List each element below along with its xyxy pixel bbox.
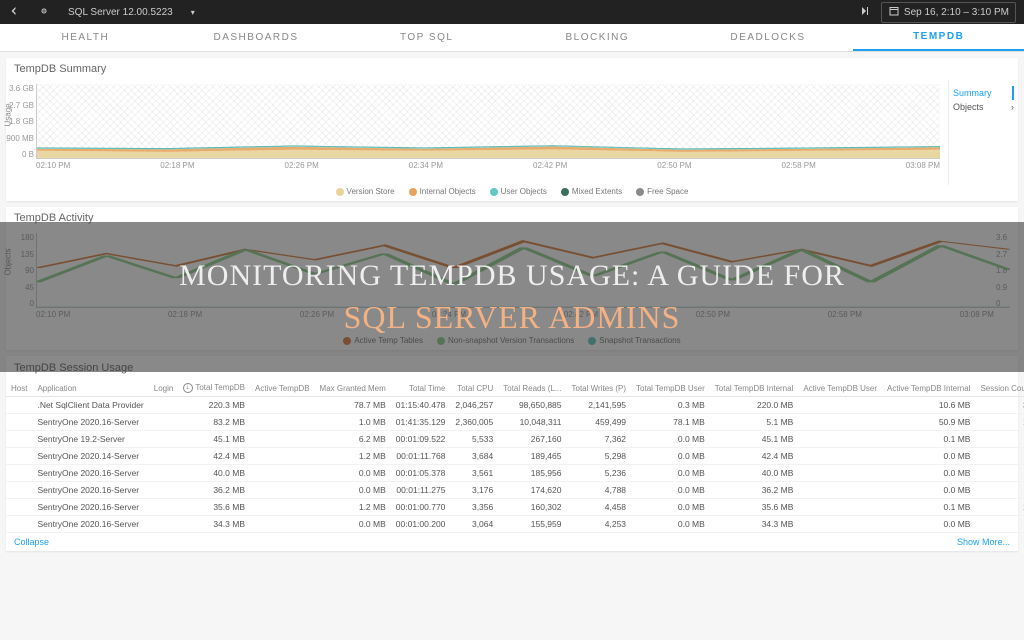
- table-row[interactable]: SentryOne 2020.16-Server35.6 MB1.2 MB00:…: [6, 499, 1024, 516]
- col-header[interactable]: Host: [6, 380, 32, 397]
- table-row[interactable]: SentryOne 19.2-Server45.1 MB6.2 MB00:01:…: [6, 431, 1024, 448]
- table-row[interactable]: SentryOne 2020.16-Server40.0 MB0.0 MB00:…: [6, 465, 1024, 482]
- collapse-link[interactable]: Collapse: [14, 537, 49, 547]
- col-header[interactable]: Session Count: [975, 380, 1024, 397]
- chevron-right-icon: ›: [1011, 102, 1014, 112]
- col-header[interactable]: Active TempDB: [250, 380, 315, 397]
- summary-side-tabs: SummaryObjects›: [948, 80, 1018, 185]
- tab-dashboards[interactable]: DASHBOARDS: [171, 24, 342, 51]
- summary-chart-container: Usage 3.6 GB2.7 GB1.8 GB900 MB0 B 02:10 …: [6, 80, 1018, 185]
- show-more-link[interactable]: Show More...: [957, 537, 1010, 547]
- legend-item: User Objects: [490, 187, 547, 196]
- table-row[interactable]: SentryOne 2020.16-Server36.2 MB0.0 MB00:…: [6, 482, 1024, 499]
- session-table: HostApplicationLoginTotal TempDBActive T…: [6, 380, 1024, 533]
- overlay-line1: MONITORING TEMPDB USAGE: A GUIDE FOR: [179, 259, 845, 293]
- tab-health[interactable]: HEALTH: [0, 24, 171, 51]
- skip-icon[interactable]: [859, 5, 871, 20]
- col-header[interactable]: Active TempDB Internal: [882, 380, 975, 397]
- legend-item: Mixed Extents: [561, 187, 622, 196]
- tab-deadlocks[interactable]: DEADLOCKS: [683, 24, 854, 51]
- tempdb-summary-panel: TempDB Summary Usage 3.6 GB2.7 GB1.8 GB9…: [6, 58, 1018, 201]
- overlay-line2: SQL SERVER ADMINS: [344, 299, 681, 336]
- col-header[interactable]: Login: [149, 380, 179, 397]
- col-header[interactable]: Total TempDB: [178, 380, 250, 397]
- side-item-summary[interactable]: Summary: [953, 86, 1014, 100]
- server-label[interactable]: SQL Server 12.00.5223: [68, 7, 173, 18]
- side-item-objects[interactable]: Objects›: [953, 100, 1014, 114]
- back-icon[interactable]: [8, 5, 20, 20]
- table-row[interactable]: SentryOne 2020.14-Server42.4 MB1.2 MB00:…: [6, 448, 1024, 465]
- nav-tabs: HEALTHDASHBOARDSTOP SQLBLOCKINGDEADLOCKS…: [0, 24, 1024, 52]
- table-row[interactable]: SentryOne 2020.16-Server83.2 MB1.0 MB01:…: [6, 414, 1024, 431]
- col-header[interactable]: Total Writes (P): [567, 380, 632, 397]
- col-header[interactable]: Total TempDB Internal: [710, 380, 799, 397]
- topbar: SQL Server 12.00.5223 ▾ Sep 16, 2:10 – 3…: [0, 0, 1024, 24]
- col-header[interactable]: Max Granted Mem: [315, 380, 391, 397]
- tempdb-session-panel: TempDB Session Usage HostApplicationLogi…: [6, 356, 1018, 551]
- tab-blocking[interactable]: BLOCKING: [512, 24, 683, 51]
- calendar-icon: [888, 5, 900, 20]
- time-range-label: Sep 16, 2:10 – 3:10 PM: [904, 7, 1009, 18]
- legend-item: Internal Objects: [409, 187, 476, 196]
- col-header[interactable]: Application: [32, 380, 148, 397]
- col-header[interactable]: Active TempDB User: [798, 380, 882, 397]
- summary-chart: Usage 3.6 GB2.7 GB1.8 GB900 MB0 B 02:10 …: [6, 80, 948, 185]
- time-range-picker[interactable]: Sep 16, 2:10 – 3:10 PM: [881, 2, 1016, 23]
- legend-item: Free Space: [636, 187, 688, 196]
- table-row[interactable]: .Net SqlClient Data Provider220.3 MB78.7…: [6, 397, 1024, 414]
- tab-tempdb[interactable]: TEMPDB: [853, 24, 1024, 51]
- col-header[interactable]: Total Time: [391, 380, 451, 397]
- panel-title: TempDB Summary: [6, 58, 1018, 80]
- col-header[interactable]: Total TempDB User: [631, 380, 710, 397]
- article-title-overlay: MONITORING TEMPDB USAGE: A GUIDE FOR SQL…: [0, 222, 1024, 372]
- summary-plot-area: [36, 84, 940, 159]
- summary-legend: Version Store Internal Objects User Object…: [6, 185, 1018, 201]
- chevron-down-icon[interactable]: ▾: [191, 8, 195, 17]
- table-row[interactable]: SentryOne 2020.16-Server34.3 MB0.0 MB00:…: [6, 516, 1024, 533]
- sort-desc-icon: [183, 383, 193, 393]
- legend-item: Version Store: [336, 187, 395, 196]
- col-header[interactable]: Total CPU: [450, 380, 498, 397]
- target-icon[interactable]: [38, 5, 50, 20]
- tab-top-sql[interactable]: TOP SQL: [341, 24, 512, 51]
- col-header[interactable]: Total Reads (L...: [498, 380, 566, 397]
